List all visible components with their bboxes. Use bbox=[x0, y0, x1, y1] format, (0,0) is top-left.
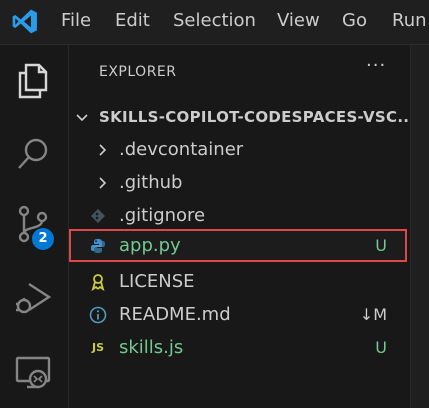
license-icon bbox=[91, 274, 105, 291]
workspace-folder-header[interactable]: SKILLS-COPILOT-CODESPACES-VSC... bbox=[69, 104, 415, 132]
menu-selection[interactable]: Selection bbox=[173, 10, 256, 32]
explorer-title: EXPLORER bbox=[99, 64, 177, 80]
git-status-untracked: U bbox=[375, 338, 387, 357]
run-debug-icon[interactable] bbox=[12, 277, 54, 319]
tree-item-github[interactable]: .github bbox=[69, 167, 409, 199]
more-actions-icon[interactable]: ··· bbox=[366, 57, 386, 79]
tree-item-gitignore[interactable]: .gitignore bbox=[69, 200, 409, 232]
chevron-right-icon bbox=[99, 144, 107, 156]
menu-file[interactable]: File bbox=[61, 10, 91, 32]
chevron-right-icon bbox=[99, 177, 107, 189]
chevron-down-icon bbox=[76, 114, 88, 122]
javascript-file-icon: JS bbox=[91, 341, 104, 354]
git-status-modified: ↓M bbox=[359, 305, 387, 324]
tree-item-devcontainer[interactable]: .devcontainer bbox=[69, 134, 409, 166]
python-file-icon bbox=[91, 239, 105, 253]
info-icon bbox=[89, 306, 107, 324]
remote-explorer-icon[interactable] bbox=[12, 351, 54, 393]
menu-run[interactable]: Run bbox=[392, 10, 427, 32]
editor-area bbox=[411, 45, 429, 408]
explorer-icon[interactable] bbox=[12, 59, 54, 101]
tree-item-label: app.py bbox=[119, 235, 181, 256]
tree-item-label: .github bbox=[119, 172, 183, 193]
activity-bar: 2 bbox=[0, 45, 69, 408]
tree-item-label: README.md bbox=[119, 304, 231, 325]
menu-go[interactable]: Go bbox=[342, 10, 367, 32]
tree-item-label: skills.js bbox=[119, 337, 184, 358]
menu-edit[interactable]: Edit bbox=[115, 10, 150, 32]
menu-view[interactable]: View bbox=[277, 10, 320, 32]
vscode-logo-icon[interactable] bbox=[11, 8, 38, 35]
tree-item-label: LICENSE bbox=[119, 271, 195, 292]
workspace-folder-name: SKILLS-COPILOT-CODESPACES-VSC... bbox=[99, 108, 416, 126]
source-control-badge: 2 bbox=[32, 228, 54, 250]
title-bar: File Edit Selection View Go Run bbox=[0, 0, 429, 45]
explorer-sidebar: EXPLORER ··· SKILLS-COPILOT-CODESPACES-V… bbox=[69, 45, 415, 408]
tree-item-label: .gitignore bbox=[119, 205, 206, 226]
git-file-icon bbox=[91, 209, 105, 223]
search-icon[interactable] bbox=[12, 133, 54, 175]
tree-item-readme[interactable]: README.md ↓M bbox=[69, 299, 409, 331]
tree-item-skills-js[interactable]: JS skills.js U bbox=[69, 332, 409, 364]
tree-item-app-py[interactable]: app.py U bbox=[69, 230, 409, 262]
tree-item-license[interactable]: LICENSE bbox=[69, 266, 409, 298]
tree-item-label: .devcontainer bbox=[119, 139, 244, 160]
git-status-untracked: U bbox=[375, 236, 387, 255]
